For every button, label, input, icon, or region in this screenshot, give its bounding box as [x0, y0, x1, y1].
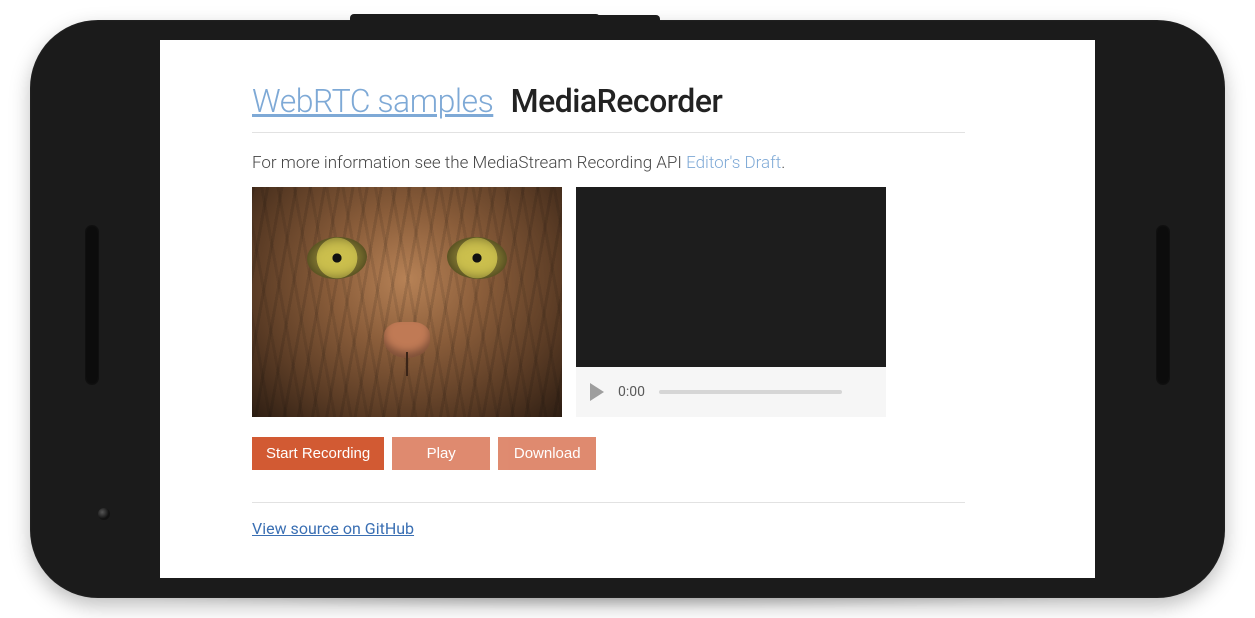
- phone-speaker-right: [1156, 225, 1170, 385]
- editors-draft-link[interactable]: Editor's Draft: [686, 153, 781, 173]
- intro-suffix: .: [781, 153, 785, 173]
- phone-speaker-left: [85, 225, 99, 385]
- phone-frame: WebRTC samples MediaRecorder For more in…: [30, 20, 1225, 598]
- page-title: WebRTC samples MediaRecorder: [252, 82, 965, 133]
- download-button[interactable]: Download: [498, 437, 596, 470]
- cat-fur-texture: [252, 187, 562, 417]
- phone-camera: [98, 508, 110, 520]
- screen: WebRTC samples MediaRecorder For more in…: [160, 40, 1095, 578]
- video-row: 0:00: [252, 187, 965, 417]
- player-controls: 0:00: [576, 367, 886, 417]
- page-subtitle: MediaRecorder: [511, 82, 723, 120]
- webrtc-samples-link[interactable]: WebRTC samples: [252, 82, 493, 120]
- start-recording-button[interactable]: Start Recording: [252, 437, 384, 470]
- page-content: WebRTC samples MediaRecorder For more in…: [160, 40, 1095, 538]
- live-video-preview[interactable]: [252, 187, 562, 417]
- intro-text: For more information see the MediaStream…: [252, 153, 965, 173]
- divider: [252, 502, 965, 503]
- player-time: 0:00: [618, 384, 645, 400]
- video-surface[interactable]: [576, 187, 886, 367]
- recorded-video-player: 0:00: [576, 187, 886, 417]
- player-seek-track[interactable]: [659, 390, 842, 394]
- view-source-github-link[interactable]: View source on GitHub: [252, 519, 414, 538]
- play-button[interactable]: Play: [392, 437, 490, 470]
- cat-nose: [384, 322, 430, 358]
- footer: View source on GitHub: [252, 519, 965, 538]
- intro-prefix: For more information see the MediaStream…: [252, 153, 686, 173]
- play-icon[interactable]: [590, 383, 604, 401]
- phone-button-detail-2: [530, 15, 660, 22]
- button-row: Start Recording Play Download: [252, 437, 965, 470]
